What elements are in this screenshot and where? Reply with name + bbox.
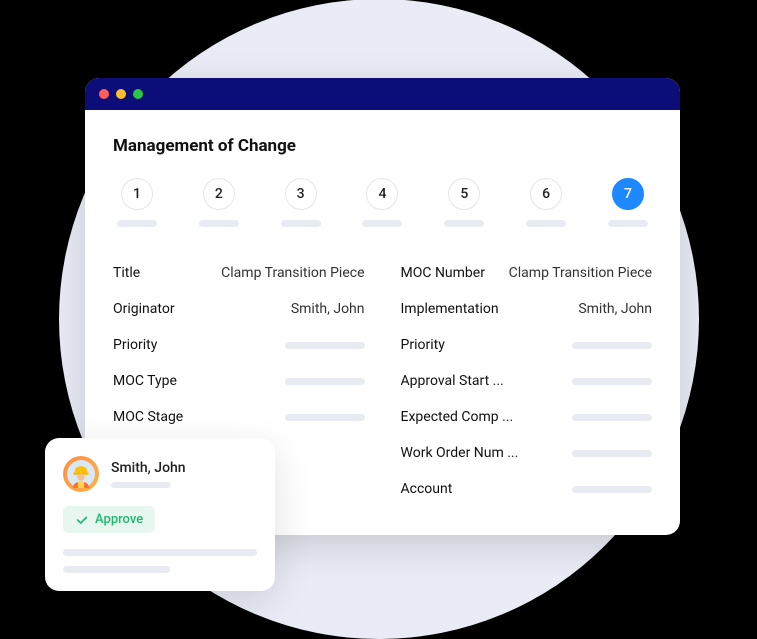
field-row: MOC Number Clamp Transition Piece	[401, 255, 653, 291]
field-placeholder	[285, 414, 365, 421]
field-row: Title Clamp Transition Piece	[113, 255, 365, 291]
field-label: Account	[401, 481, 453, 497]
placeholder-line	[63, 549, 257, 556]
step-circle[interactable]: 4	[366, 178, 398, 210]
step-6[interactable]: 6	[526, 178, 566, 227]
field-placeholder	[572, 414, 652, 421]
field-row: Priority	[113, 327, 365, 363]
field-label: Approval Start ...	[401, 373, 504, 389]
field-label: MOC Stage	[113, 409, 183, 425]
field-row: MOC Type	[113, 363, 365, 399]
window-titlebar	[85, 78, 680, 110]
step-3[interactable]: 3	[281, 178, 321, 227]
step-circle[interactable]: 7	[612, 178, 644, 210]
field-placeholder	[572, 486, 652, 493]
field-placeholder	[285, 378, 365, 385]
field-label: Implementation	[401, 301, 499, 317]
field-label: Expected Comp ...	[401, 409, 514, 425]
user-card: Smith, John Approve	[45, 438, 275, 591]
field-row: Account	[401, 471, 653, 507]
field-label: Work Order Num ...	[401, 445, 519, 461]
field-row: Priority	[401, 327, 653, 363]
field-row: Work Order Num ...	[401, 435, 653, 471]
field-value: Clamp Transition Piece	[221, 265, 364, 281]
step-circle[interactable]: 6	[530, 178, 562, 210]
user-name: Smith, John	[111, 460, 257, 476]
user-header: Smith, John	[63, 456, 257, 492]
step-bar	[526, 220, 566, 227]
field-placeholder	[572, 342, 652, 349]
field-label: Originator	[113, 301, 175, 317]
field-label: Title	[113, 265, 140, 281]
field-placeholder	[285, 342, 365, 349]
field-row: MOC Stage	[113, 399, 365, 435]
step-bar	[199, 220, 239, 227]
page-title: Management of Change	[113, 136, 652, 156]
step-bar	[117, 220, 157, 227]
field-label: MOC Number	[401, 265, 485, 281]
field-row: Implementation Smith, John	[401, 291, 653, 327]
close-icon[interactable]	[99, 89, 109, 99]
card-placeholder-lines	[63, 549, 257, 573]
step-bar	[444, 220, 484, 227]
user-subtitle-placeholder	[111, 482, 171, 488]
step-circle[interactable]: 3	[285, 178, 317, 210]
field-placeholder	[572, 450, 652, 457]
field-row: Expected Comp ...	[401, 399, 653, 435]
step-5[interactable]: 5	[444, 178, 484, 227]
avatar	[63, 456, 99, 492]
worker-icon	[67, 460, 95, 488]
stepper: 1 2 3 4 5 6 7	[113, 178, 652, 227]
field-label: MOC Type	[113, 373, 177, 389]
field-placeholder	[572, 378, 652, 385]
field-row: Originator Smith, John	[113, 291, 365, 327]
field-row: Approval Start ...	[401, 363, 653, 399]
step-circle[interactable]: 5	[448, 178, 480, 210]
field-value: Clamp Transition Piece	[509, 265, 652, 281]
field-label: Priority	[113, 337, 157, 353]
field-value: Smith, John	[578, 301, 652, 317]
step-circle[interactable]: 1	[121, 178, 153, 210]
user-info: Smith, John	[111, 460, 257, 488]
step-bar	[281, 220, 321, 227]
minimize-icon[interactable]	[116, 89, 126, 99]
step-circle[interactable]: 2	[203, 178, 235, 210]
approve-badge[interactable]: Approve	[63, 506, 155, 533]
field-label: Priority	[401, 337, 445, 353]
approve-label: Approve	[95, 512, 143, 527]
placeholder-line	[63, 566, 170, 573]
step-bar	[362, 220, 402, 227]
check-icon	[75, 513, 89, 527]
maximize-icon[interactable]	[133, 89, 143, 99]
step-bar	[608, 220, 648, 227]
step-7[interactable]: 7	[608, 178, 648, 227]
step-2[interactable]: 2	[199, 178, 239, 227]
step-4[interactable]: 4	[362, 178, 402, 227]
step-1[interactable]: 1	[117, 178, 157, 227]
field-value: Smith, John	[291, 301, 365, 317]
